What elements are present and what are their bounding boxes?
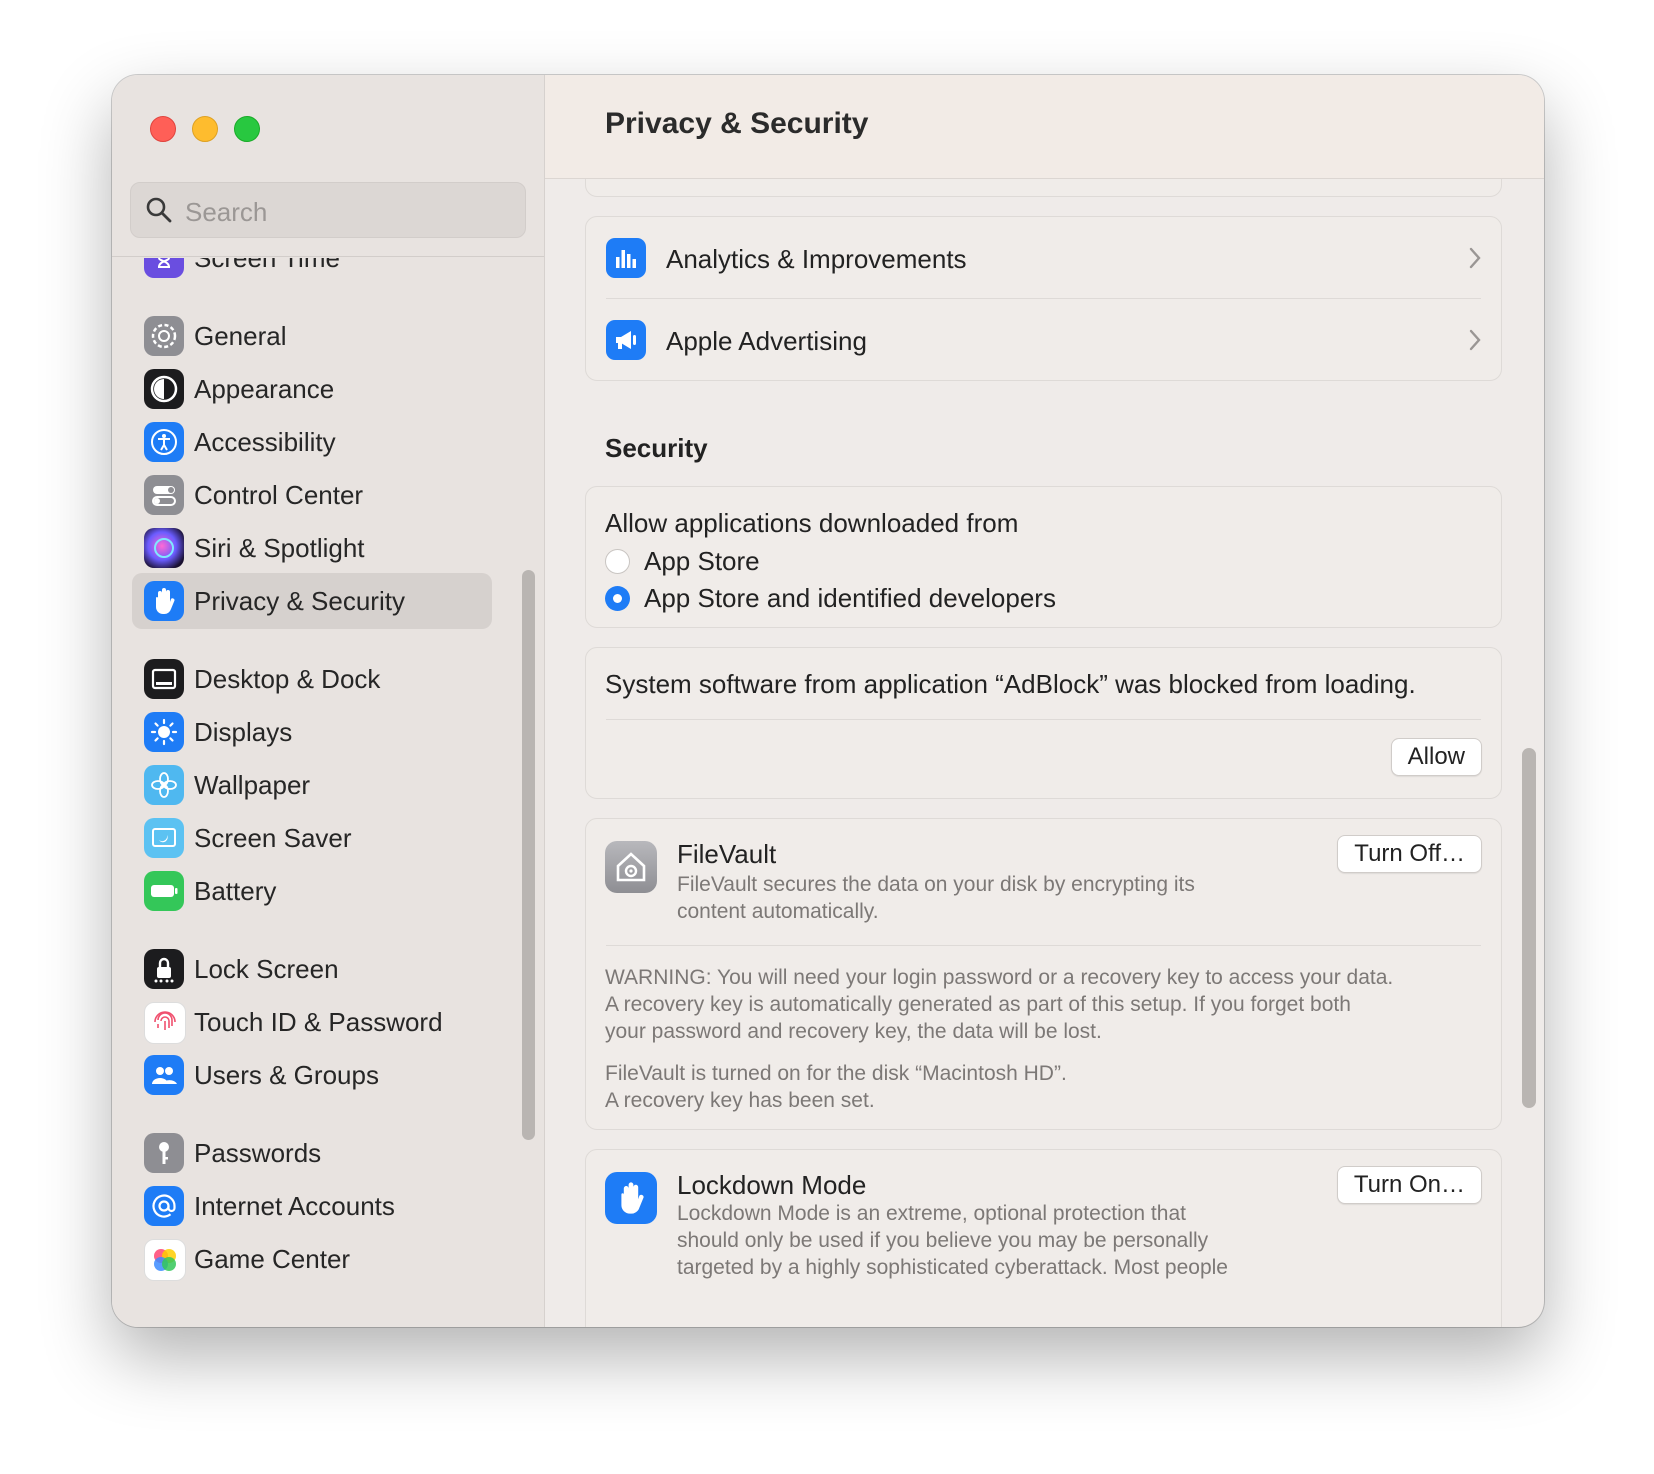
sidebar-item-appearance[interactable]: Appearance (132, 361, 492, 417)
sidebar-item-privacy-security[interactable]: Privacy & Security (132, 573, 492, 629)
filevault-icon (605, 841, 657, 893)
screensaver-icon (144, 818, 184, 858)
close-button[interactable] (150, 116, 176, 142)
sidebar-item-touch-id-password[interactable]: Touch ID & Password (132, 994, 492, 1050)
lockdown-desc-line1: Lockdown Mode is an extreme, optional pr… (677, 1202, 1186, 1225)
at-icon (144, 1186, 184, 1226)
sidebar-item-screen-time[interactable]: Screen Time (132, 258, 492, 286)
card-divider (606, 719, 1481, 720)
filevault-warning-line1: WARNING: You will need your login passwo… (605, 966, 1394, 989)
sidebar-item-users-groups[interactable]: Users & Groups (132, 1047, 492, 1103)
sidebar-scrollbar[interactable] (522, 570, 535, 1140)
lockdown-desc-line3: targeted by a highly sophisticated cyber… (677, 1256, 1228, 1279)
users-icon (144, 1055, 184, 1095)
hourglass-icon (144, 258, 184, 278)
toggles-icon (144, 475, 184, 515)
sidebar-item-wallpaper[interactable]: Wallpaper (132, 757, 492, 813)
sidebar-item-siri-spotlight[interactable]: Siri & Spotlight (132, 520, 492, 576)
chevron-right-icon (1469, 247, 1481, 269)
sidebar-item-passwords[interactable]: Passwords (132, 1125, 492, 1181)
radio-app-store[interactable] (605, 549, 630, 574)
battery-icon (144, 871, 184, 911)
sidebar-item-displays[interactable]: Displays (132, 704, 492, 760)
flower-icon (144, 765, 184, 805)
sidebar-item-battery[interactable]: Battery (132, 863, 492, 919)
lockdown-title: Lockdown Mode (677, 1170, 867, 1200)
sidebar-item-internet-accounts[interactable]: Internet Accounts (132, 1178, 492, 1234)
main-scrollbar[interactable] (1522, 748, 1536, 1108)
main-content: Analytics & Improvements Apple Advertisi… (545, 75, 1544, 1327)
main-pane: Privacy & Security Analytics & Improveme… (545, 75, 1544, 1327)
fingerprint-icon (144, 1002, 186, 1044)
filevault-status-line2: A recovery key has been set. (605, 1089, 875, 1112)
radio-app-store-label[interactable]: App Store (644, 546, 760, 577)
search-field[interactable]: Search (130, 182, 526, 238)
lockdown-hand-icon (605, 1172, 657, 1224)
bar-chart-icon (606, 238, 646, 278)
row-apple-advertising[interactable]: Apple Advertising (586, 299, 1501, 383)
filevault-desc-line2: content automatically. (677, 900, 879, 923)
filevault-status-line1: FileVault is turned on for the disk “Mac… (605, 1062, 1067, 1085)
allow-button[interactable]: Allow (1390, 738, 1482, 776)
sidebar-divider (112, 256, 544, 257)
siri-icon (144, 528, 184, 568)
accessibility-icon (144, 422, 184, 462)
minimize-button[interactable] (192, 116, 218, 142)
game-center-icon (144, 1239, 186, 1281)
dock-icon (144, 659, 184, 699)
title-bar: Privacy & Security (545, 75, 1544, 179)
page-title: Privacy & Security (605, 107, 869, 140)
sidebar-item-lock-screen[interactable]: Lock Screen (132, 941, 492, 997)
appearance-icon (144, 369, 184, 409)
filevault-turn-off-button[interactable]: Turn Off… (1337, 835, 1482, 873)
filevault-desc-line1: FileVault secures the data on your disk … (677, 873, 1195, 896)
gear-icon (144, 316, 184, 356)
blocked-message: System software from application “AdBloc… (605, 669, 1416, 699)
sidebar: Search Screen Time General Appearance Ac… (112, 75, 545, 1327)
sidebar-item-screen-saver[interactable]: Screen Saver (132, 810, 492, 866)
filevault-title: FileVault (677, 839, 777, 869)
settings-window: Search Screen Time General Appearance Ac… (112, 75, 1544, 1327)
filevault-warning-line3: your password and recovery key, the data… (605, 1020, 1102, 1043)
zoom-button[interactable] (234, 116, 260, 142)
allow-apps-card: Allow applications downloaded from App S… (585, 486, 1502, 628)
allow-apps-label: Allow applications downloaded from (605, 508, 1019, 538)
search-placeholder: Search (185, 197, 268, 227)
sidebar-item-general[interactable]: General (132, 308, 492, 364)
key-icon (144, 1133, 184, 1173)
hand-icon (144, 581, 184, 621)
filevault-card: FileVault FileVault secures the data on … (585, 818, 1502, 1130)
sidebar-item-game-center[interactable]: Game Center (132, 1231, 492, 1287)
lock-icon (144, 949, 184, 989)
sidebar-list: Screen Time General Appearance Accessibi… (112, 258, 522, 1327)
blocked-software-card: System software from application “AdBloc… (585, 647, 1502, 799)
sidebar-item-accessibility[interactable]: Accessibility (132, 414, 492, 470)
sun-icon (144, 712, 184, 752)
radio-app-store-identified[interactable] (605, 586, 630, 611)
sidebar-item-control-center[interactable]: Control Center (132, 467, 492, 523)
row-analytics-improvements[interactable]: Analytics & Improvements (586, 217, 1501, 301)
radio-app-store-identified-label[interactable]: App Store and identified developers (644, 583, 1056, 614)
card-divider (606, 945, 1481, 946)
security-section-title: Security (605, 433, 708, 463)
lockdown-turn-on-button[interactable]: Turn On… (1336, 1166, 1482, 1204)
window-controls (150, 116, 260, 142)
search-icon (146, 197, 172, 223)
privacy-links-card: Analytics & Improvements Apple Advertisi… (585, 216, 1502, 381)
filevault-warning-line2: A recovery key is automatically generate… (605, 993, 1351, 1016)
chevron-right-icon (1469, 329, 1481, 351)
sidebar-item-desktop-dock[interactable]: Desktop & Dock (132, 651, 492, 707)
megaphone-icon (606, 320, 646, 360)
lockdown-mode-card: Lockdown Mode Lockdown Mode is an extrem… (585, 1149, 1502, 1327)
lockdown-desc-line2: should only be used if you believe you m… (677, 1229, 1209, 1252)
